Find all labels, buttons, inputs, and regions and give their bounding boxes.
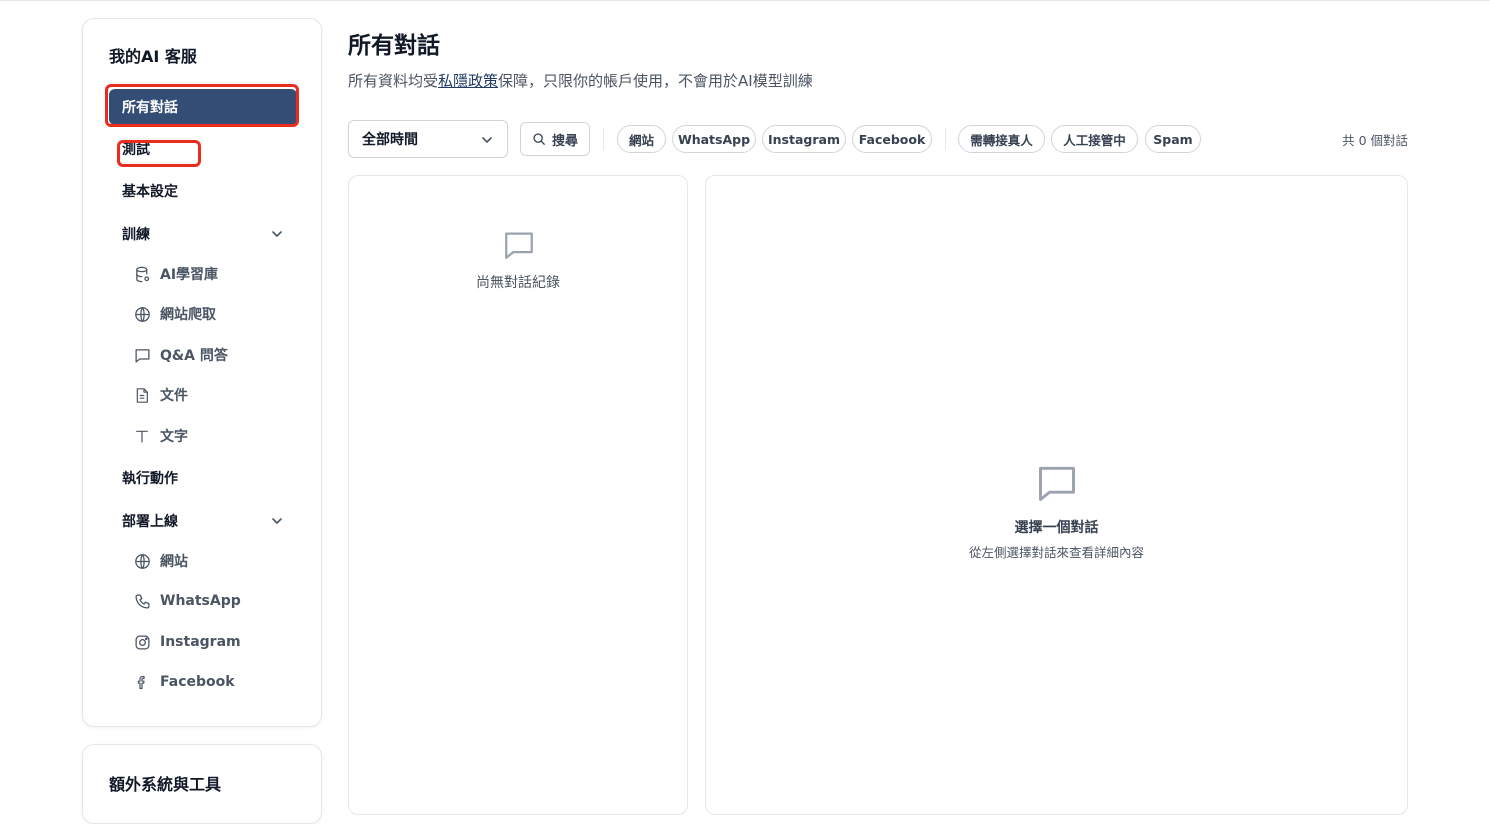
globe-icon — [133, 552, 151, 570]
phone-icon — [133, 592, 151, 610]
conversation-detail-panel: 選擇一個對話 從左側選擇對話來查看詳細內容 — [705, 175, 1408, 815]
file-text-icon — [133, 386, 151, 404]
time-range-select[interactable]: 全部時間 — [348, 120, 508, 158]
filter-divider — [603, 128, 604, 150]
sidebar-item-basic-settings[interactable]: 基本設定 — [109, 173, 297, 209]
message-square-icon — [133, 346, 151, 364]
facebook-icon — [133, 673, 151, 691]
sidebar-subitem-label: WhatsApp — [160, 593, 241, 609]
sidebar-item-deploy[interactable]: 部署上線 — [109, 503, 297, 539]
chip-status-human-takeover[interactable]: 人工接管中 — [1051, 125, 1138, 153]
highlight-box-all-conversations — [105, 84, 299, 127]
sidebar-item-actions[interactable]: 執行動作 — [109, 460, 297, 496]
filter-divider — [945, 128, 946, 150]
sidebar-item-label: 部署上線 — [122, 514, 178, 530]
chip-channel-whatsapp[interactable]: WhatsApp — [672, 125, 756, 153]
sidebar-item-label: 基本設定 — [122, 184, 178, 200]
top-divider — [0, 0, 1490, 1]
highlight-box-test — [117, 140, 201, 167]
sidebar-title: 我的AI 客服 — [109, 47, 197, 66]
chevron-down-icon — [482, 137, 492, 143]
message-square-icon — [1039, 466, 1075, 501]
sidebar-item-training[interactable]: 訓練 — [109, 216, 297, 252]
sidebar-subitem-ai-library[interactable]: AI學習庫 — [133, 259, 303, 289]
time-range-value: 全部時間 — [362, 132, 418, 148]
chevron-down-icon[interactable] — [269, 226, 285, 242]
database-icon — [133, 265, 151, 283]
conversation-list-panel: 尚無對話紀錄 — [348, 175, 688, 815]
chip-channel-facebook[interactable]: Facebook — [852, 125, 932, 153]
instagram-icon — [133, 633, 151, 651]
empty-detail-description: 從左側選擇對話來查看詳細內容 — [968, 545, 1144, 560]
subtitle-suffix: 保障，只限你的帳戶使用，不會用於AI模型訓練 — [498, 72, 813, 90]
chip-channel-website[interactable]: 網站 — [617, 125, 666, 153]
sidebar-item-label: 訓練 — [122, 227, 150, 243]
sidebar-subitem-documents[interactable]: 文件 — [133, 380, 303, 410]
chip-status-needs-human[interactable]: 需轉接真人 — [958, 125, 1045, 153]
chevron-down-icon[interactable] — [269, 513, 285, 529]
sidebar-subitem-label: Facebook — [160, 674, 235, 690]
empty-detail-title: 選擇一個對話 — [1014, 520, 1099, 536]
sidebar-subitem-web-crawl[interactable]: 網站爬取 — [133, 299, 303, 329]
sidebar-subitem-label: 文件 — [160, 388, 188, 404]
message-square-icon — [505, 232, 533, 259]
sidebar-subitem-deploy-facebook[interactable]: Facebook — [133, 667, 303, 697]
sidebar-subitem-label: Q&A 問答 — [160, 348, 228, 364]
sidebar-subitem-label: 網站 — [160, 554, 188, 570]
chip-status-spam[interactable]: Spam — [1145, 125, 1201, 153]
privacy-policy-link[interactable]: 私隱政策 — [438, 72, 498, 90]
empty-list-text: 尚無對話紀錄 — [476, 275, 560, 291]
sidebar-subitem-qa[interactable]: Q&A 問答 — [133, 340, 303, 370]
text-t-icon — [133, 427, 151, 445]
sidebar-subitem-label: 網站爬取 — [160, 307, 216, 323]
extra-tools-card: 額外系統與工具 — [82, 744, 322, 824]
search-icon — [533, 133, 545, 145]
sidebar-subitem-deploy-website[interactable]: 網站 — [133, 546, 303, 576]
page-subtitle: 所有資料均受私隱政策保障，只限你的帳戶使用，不會用於AI模型訓練 — [348, 70, 813, 91]
sidebar-subitem-label: 文字 — [160, 429, 188, 445]
sidebar-subitem-label: Instagram — [160, 634, 241, 650]
sidebar-subitem-text[interactable]: 文字 — [133, 421, 303, 451]
sidebar-subitem-label: AI學習庫 — [160, 267, 219, 283]
globe-icon — [133, 305, 151, 323]
sidebar-subitem-deploy-whatsapp[interactable]: WhatsApp — [133, 586, 303, 616]
chip-channel-instagram[interactable]: Instagram — [762, 125, 846, 153]
sidebar-subitem-deploy-instagram[interactable]: Instagram — [133, 627, 303, 657]
search-button[interactable]: 搜尋 — [520, 122, 590, 156]
search-label: 搜尋 — [551, 133, 578, 149]
conversation-count: 共 0 個對話 — [1342, 133, 1408, 148]
subtitle-prefix: 所有資料均受 — [348, 72, 439, 90]
extra-tools-title: 額外系統與工具 — [109, 775, 222, 794]
page-title: 所有對話 — [348, 33, 440, 59]
sidebar-item-label: 執行動作 — [122, 471, 178, 487]
